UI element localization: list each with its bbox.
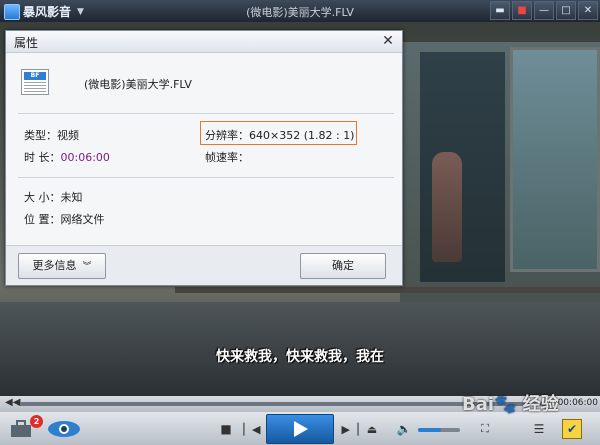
minimize-button[interactable]: — <box>534 1 554 20</box>
next-button[interactable]: ▶▕ <box>341 421 359 437</box>
type-value: 视频 <box>57 129 79 142</box>
checkmark-icon: ✔ <box>566 422 578 436</box>
file-name: (微电影)美丽大学.FLV <box>84 78 192 91</box>
volume-slider[interactable] <box>418 428 460 432</box>
window-controls: ▬ ■ — □ ✕ <box>490 1 598 20</box>
volume-button[interactable]: 🔈 <box>396 421 412 437</box>
more-info-label: 更多信息 <box>32 259 77 272</box>
dialog-header[interactable]: 属性 ✕ <box>6 31 402 53</box>
framerate-label: 帧速率： <box>205 151 249 164</box>
location-value: 网络文件 <box>60 213 105 226</box>
video-scene-rail <box>175 287 600 293</box>
divider <box>18 177 394 178</box>
video-scene-person <box>432 152 462 262</box>
playlist-button[interactable]: ☰ <box>530 421 548 437</box>
resolution-row: 分辨率：640×352 (1.82 : 1) <box>205 127 354 143</box>
type-label: 类型： <box>24 129 57 142</box>
close-icon: ✕ <box>583 5 593 16</box>
duration-row: 时 长：00:06:00 <box>24 149 110 165</box>
video-scene-window <box>510 47 600 272</box>
play-button[interactable] <box>266 414 334 444</box>
dialog-footer: 更多信息 ︾ 确定 <box>6 245 402 285</box>
fullscreen-button[interactable]: ⛶ <box>476 421 494 437</box>
dialog-close-button[interactable]: ✕ <box>380 33 396 49</box>
resolution-value: 640×352 (1.82 : 1) <box>249 129 355 142</box>
divider <box>18 113 394 114</box>
duration-value: 00:06:00 <box>60 151 110 164</box>
size-label: 大 小： <box>24 191 61 204</box>
previous-button[interactable]: ▏◀ <box>243 421 261 437</box>
skin-button[interactable]: ■ <box>512 1 532 20</box>
palette-icon: ■ <box>517 5 527 16</box>
maximize-button[interactable]: □ <box>556 1 576 20</box>
notification-badge: 2 <box>30 415 43 428</box>
rewind-small-icon[interactable]: ◀◀ <box>5 397 20 408</box>
previous-icon: ▏◀ <box>243 422 261 436</box>
toolbox-icon <box>11 420 31 437</box>
framerate-row: 帧速率： <box>205 149 249 165</box>
video-file-icon: BF <box>21 69 49 95</box>
close-window-button[interactable]: ✕ <box>578 1 598 20</box>
eject-icon: ⏏ <box>366 422 378 436</box>
dialog-title: 属性 <box>14 36 39 50</box>
eject-button[interactable]: ⏏ <box>364 421 380 437</box>
play-icon <box>294 421 308 437</box>
settings-button[interactable]: ✔ <box>562 419 582 439</box>
double-chevron-down-icon: ︾ <box>82 262 92 272</box>
more-info-button[interactable]: 更多信息 ︾ <box>18 253 106 279</box>
speaker-icon: 🔈 <box>396 422 412 436</box>
volume-fill <box>418 428 442 432</box>
type-row: 类型：视频 <box>24 127 79 143</box>
toolbox-button[interactable]: 2 <box>8 415 43 440</box>
fullscreen-icon: ⛶ <box>481 422 489 435</box>
chat-button[interactable]: ▬ <box>490 1 510 20</box>
file-icon-label: BF <box>24 72 46 80</box>
duration-label: 时 长： <box>24 151 61 164</box>
file-icon-lines <box>24 82 46 92</box>
location-label: 位 置： <box>24 213 61 226</box>
resolution-label: 分辨率： <box>205 129 249 142</box>
control-bar: 2 ■ ▏◀ ▶▕ ⏏ 🔈 ⛶ ☰ ✔ <box>0 412 600 445</box>
stop-button[interactable]: ■ <box>218 421 234 437</box>
maximize-icon: □ <box>561 5 571 16</box>
ok-button[interactable]: 确定 <box>300 253 386 279</box>
chat-bubble-icon: ▬ <box>495 5 505 16</box>
properties-dialog: 属性 ✕ BF (微电影)美丽大学.FLV 类型：视频 时 长：00:06:00… <box>5 30 403 286</box>
ok-label: 确定 <box>332 259 354 272</box>
size-row: 大 小：未知 <box>24 189 83 205</box>
eye-icon <box>48 421 80 437</box>
stop-icon: ■ <box>220 422 232 436</box>
total-time: 00:06:00 <box>557 398 598 408</box>
baidu-watermark: Bai🐾 经验 <box>462 394 559 415</box>
location-row: 位 置：网络文件 <box>24 211 105 227</box>
next-icon: ▶▕ <box>341 422 359 436</box>
minimize-icon: — <box>539 5 549 16</box>
video-subtitle: 快来救我，快来救我，我在 <box>216 349 384 365</box>
eye-protect-button[interactable] <box>46 418 82 440</box>
list-icon: ☰ <box>533 422 545 436</box>
title-bar: 暴风影音 ▼ (微电影)美丽大学.FLV ▬ ■ — □ ✕ <box>0 0 600 22</box>
size-value: 未知 <box>60 191 83 204</box>
